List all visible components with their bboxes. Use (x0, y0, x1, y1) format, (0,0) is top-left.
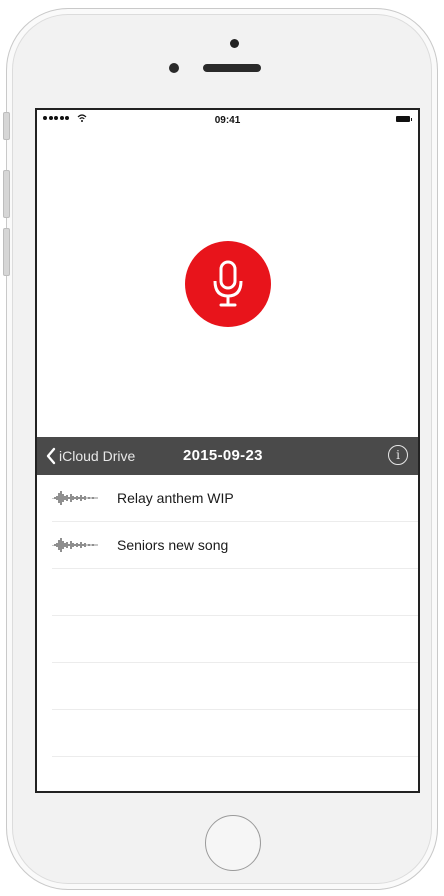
status-time: 09:41 (214, 115, 241, 126)
earpiece-speaker (203, 64, 261, 72)
navigation-bar: iCloud Drive 2015-09-23 i (37, 437, 418, 475)
nav-title: 2015-09-23 (183, 447, 263, 464)
recording-item[interactable]: Relay anthem WIP (52, 475, 418, 522)
waveform-icon (52, 538, 98, 552)
battery-icon (396, 116, 412, 122)
home-button[interactable] (205, 815, 261, 871)
top-sensor (230, 39, 239, 48)
microphone-icon (213, 260, 243, 307)
record-button[interactable] (185, 241, 271, 327)
status-bar: 09:41 (37, 110, 418, 130)
chevron-left-icon (46, 447, 56, 465)
recording-title: Relay anthem WIP (117, 490, 234, 506)
waveform-icon (52, 491, 98, 505)
front-camera (169, 63, 179, 73)
mute-switch (3, 112, 10, 140)
back-button[interactable]: iCloud Drive (45, 437, 135, 475)
empty-row (52, 663, 418, 710)
volume-up-button (3, 170, 10, 218)
empty-row (52, 569, 418, 616)
recordings-list: Relay anthem WIP Seniors new song (37, 475, 418, 757)
recording-item[interactable]: Seniors new song (52, 522, 418, 569)
screen: 09:41 iCloud Drive 2015-09-23 i Relay an… (35, 108, 420, 793)
recording-title: Seniors new song (117, 537, 229, 553)
volume-down-button (3, 228, 10, 276)
empty-row (52, 710, 418, 757)
back-label: iCloud Drive (59, 448, 136, 464)
empty-row (52, 616, 418, 663)
info-icon[interactable]: i (388, 445, 408, 465)
